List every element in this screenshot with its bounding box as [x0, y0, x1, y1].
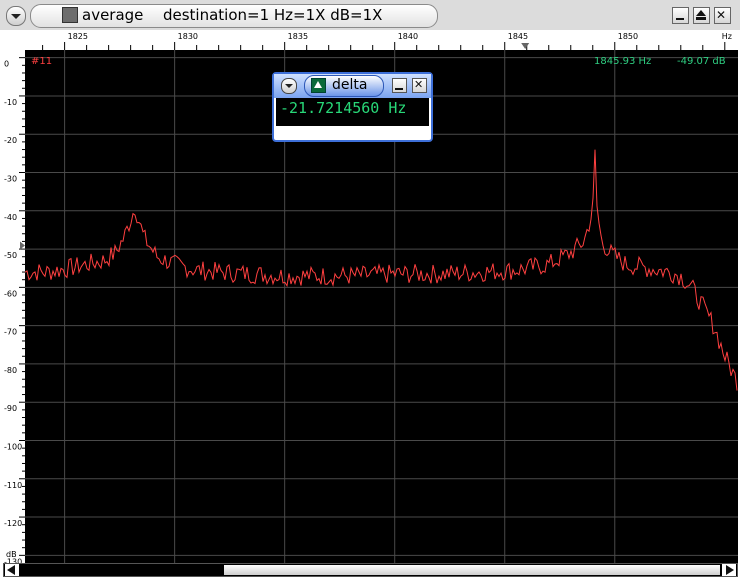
delta-value: -21.7214560 Hz [280, 99, 407, 117]
x-tick-label: 1825 [68, 32, 88, 41]
y-tick-label: -90 [4, 404, 17, 413]
x-axis-unit: Hz [721, 32, 732, 41]
x-tick-label: 1850 [618, 32, 638, 41]
delta-minimize-icon[interactable] [392, 78, 407, 93]
y-tick-label: -40 [4, 213, 17, 222]
x-tick-label: 1835 [288, 32, 308, 41]
y-tick-label: -60 [4, 289, 17, 298]
app-spectrum-icon [62, 7, 78, 23]
y-axis: 0 -10 -20 -30 -40 -50 -60 -70 -80 -90 -100 -110 -120… [3, 50, 26, 563]
arrow-left-icon[interactable] [5, 564, 19, 576]
y-tick-label: 0 [4, 60, 9, 69]
cursor-marker-icon [521, 43, 530, 49]
maximize-icon[interactable] [693, 7, 710, 24]
scrollbar-track[interactable] [224, 565, 720, 575]
x-tick-label: 1840 [398, 32, 418, 41]
y-tick-label: -20 [4, 136, 17, 145]
y-tick-label: -10 [4, 98, 17, 107]
trace-label: #11 [31, 56, 53, 67]
y-axis-unit: dB [6, 550, 17, 559]
delta-menu-chevron-down-icon[interactable] [281, 78, 297, 94]
minimize-icon[interactable] [672, 7, 689, 24]
y-tick-label: -110 [4, 481, 22, 490]
y-tick-label: -50 [4, 251, 17, 260]
window-title-app: average [82, 6, 144, 24]
cursor-level: -49.07 dB [677, 56, 726, 67]
y-tick-label: -100 [4, 442, 22, 451]
delta-close-icon[interactable]: ✕ [412, 78, 427, 93]
cursor-frequency: 1845.93 Hz [594, 56, 652, 67]
delta-title: delta [332, 77, 368, 93]
delta-triangle-icon [311, 78, 326, 93]
y-axis-ticks: 0 -10 -20 -30 -40 -50 -60 -70 -80 -90 -100 -110 -120… [4, 57, 25, 563]
scrollbar-thumb[interactable] [20, 565, 222, 575]
x-tick-label: 1830 [178, 32, 198, 41]
arrow-right-icon[interactable] [722, 564, 736, 576]
x-tick-label: 1845 [508, 32, 528, 41]
delta-title-bar: delta ✕ [274, 74, 431, 98]
y-tick-label: -70 [4, 328, 17, 337]
title-bar: average destination=1 Hz=1X dB=1X ✕ [0, 0, 740, 30]
close-icon[interactable]: ✕ [714, 7, 731, 24]
x-axis-ticks: 1825 1830 1835 1840 1845 1850 [42, 32, 726, 50]
spectrum-trace [25, 149, 738, 391]
horizontal-scrollbar[interactable] [3, 563, 738, 577]
y-tick-label: -30 [4, 175, 17, 184]
delta-value-box: -21.7214560 Hz [276, 98, 429, 126]
window-menu-chevron-down-icon[interactable] [6, 6, 26, 26]
x-axis: 1825 1830 1835 1840 1845 1850 Hz [25, 30, 738, 51]
y-tick-label: -120 [4, 519, 22, 528]
y-tick-label: -80 [4, 366, 17, 375]
window-title-detail: destination=1 Hz=1X dB=1X [162, 6, 383, 24]
delta-window: delta ✕ -21.7214560 Hz [272, 72, 433, 142]
window-title: average destination=1 Hz=1X dB=1X [82, 4, 382, 26]
